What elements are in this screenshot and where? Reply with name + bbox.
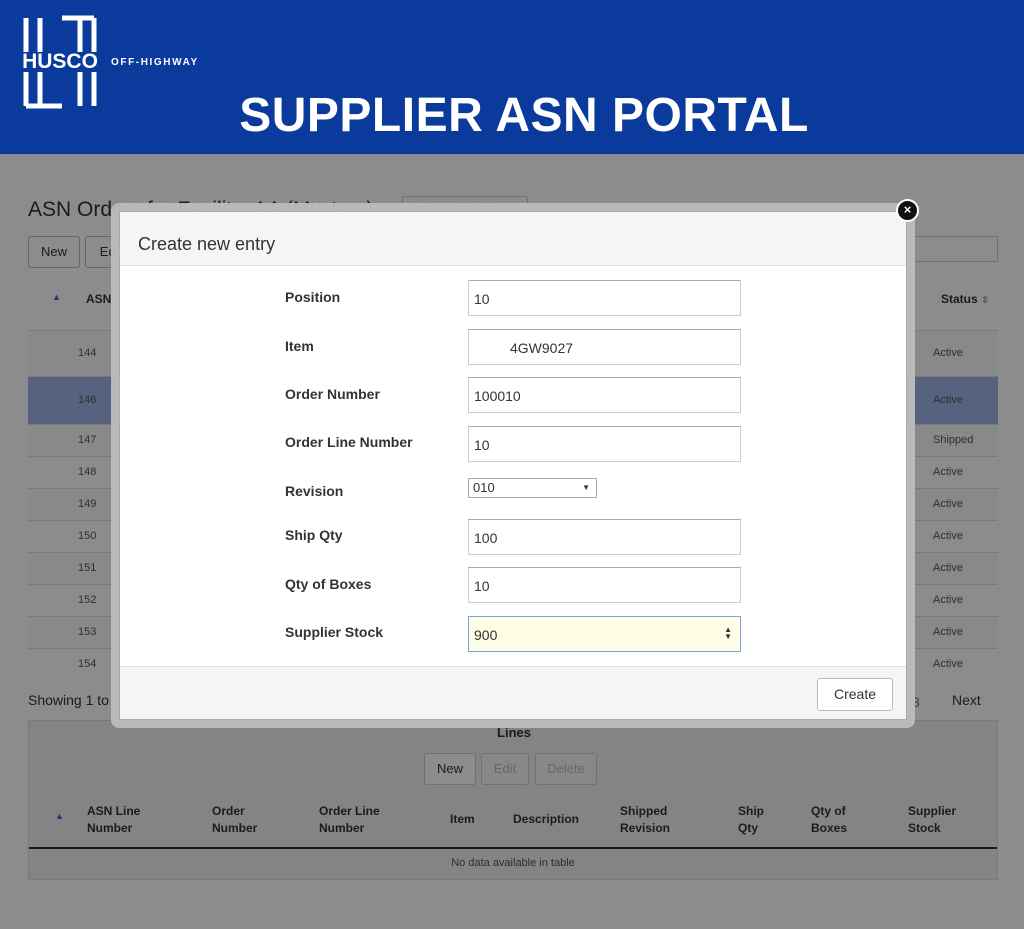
ship-qty-label: Ship Qty	[285, 527, 343, 543]
logo-text: HUSCO	[22, 50, 98, 73]
revision-selected-value: 010	[473, 480, 495, 495]
position-input[interactable]: 10	[468, 280, 741, 316]
logo-subtitle: OFF-HIGHWAY	[111, 57, 199, 68]
dialog-title: Create new entry	[138, 234, 276, 254]
supplier-stock-input[interactable]: 900 ▲ ▼	[468, 616, 741, 652]
dialog-header: Create new entry	[120, 212, 906, 266]
app-header: HUSCO OFF-HIGHWAY SUPPLIER ASN PORTAL	[0, 0, 1024, 154]
close-icon[interactable]: ×	[896, 199, 919, 222]
order-number-input[interactable]: 100010	[468, 377, 741, 413]
item-input[interactable]: 4GW9027	[468, 329, 741, 365]
item-label: Item	[285, 338, 314, 354]
supplier-stock-label: Supplier Stock	[285, 624, 384, 640]
revision-select[interactable]: 010 ▼	[468, 478, 597, 498]
supplier-stock-value: 900	[474, 627, 498, 643]
order-line-number-input[interactable]: 10	[468, 426, 741, 462]
order-number-label: Order Number	[285, 386, 380, 402]
qty-of-boxes-input[interactable]: 10	[468, 567, 741, 603]
number-spinner-icon[interactable]: ▲ ▼	[724, 626, 732, 641]
revision-label: Revision	[285, 483, 344, 499]
position-label: Position	[285, 289, 341, 305]
chevron-down-icon: ▼	[582, 483, 590, 492]
dialog-footer: Create	[120, 666, 906, 719]
create-entry-dialog: Create new entry Position 10 Item 4GW902…	[119, 211, 907, 720]
ship-qty-input[interactable]: 100	[468, 519, 741, 555]
qty-of-boxes-label: Qty of Boxes	[285, 576, 372, 592]
create-button[interactable]: Create	[817, 678, 893, 711]
portal-title: SUPPLIER ASN PORTAL	[239, 89, 809, 142]
order-line-number-label: Order Line Number	[285, 434, 413, 450]
